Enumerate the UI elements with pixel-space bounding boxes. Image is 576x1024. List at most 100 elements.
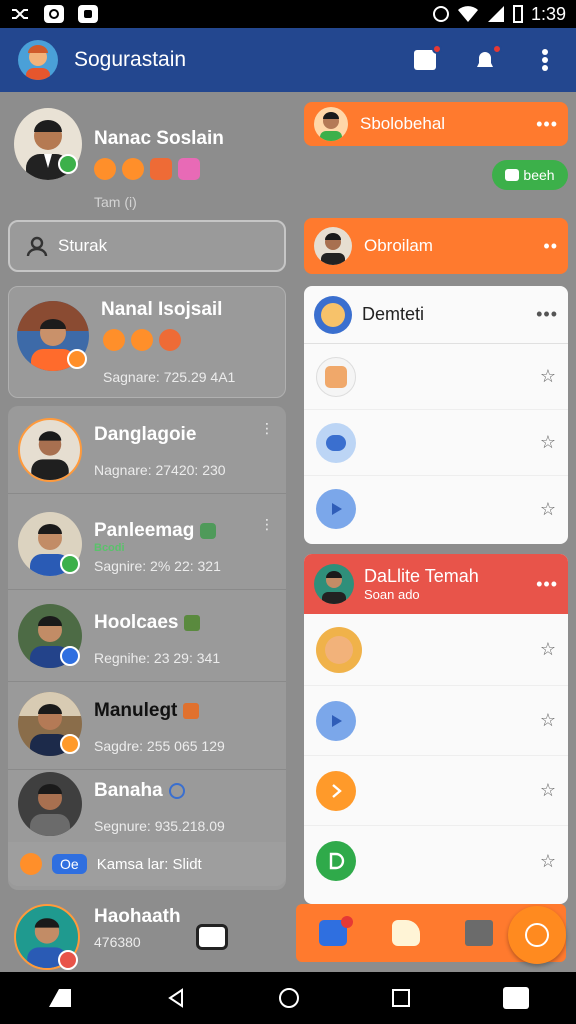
star-icon[interactable]: ☆ (540, 710, 556, 731)
app-title: Sogurastain (74, 48, 187, 71)
list-item[interactable]: ☆ (304, 686, 568, 756)
star-burst-emoji-icon (103, 329, 125, 351)
green-action-button[interactable]: beeh (492, 160, 568, 190)
contact-name-text: Panleemag (94, 520, 195, 541)
shuffle-icon (10, 5, 30, 23)
message-bubble-icon[interactable] (196, 924, 228, 950)
star-icon[interactable]: ☆ (540, 639, 556, 660)
contact-subtitle: Sagdre: 255 065 129 (94, 738, 225, 754)
list-panel-more-icon[interactable]: ••• (536, 304, 558, 325)
back-icon[interactable] (166, 987, 186, 1009)
edit-icon[interactable] (318, 916, 353, 946)
list-item[interactable]: ☆ (304, 410, 568, 476)
home-icon[interactable] (278, 988, 299, 1008)
star-icon[interactable]: ☆ (540, 780, 556, 801)
list-item[interactable]: Manulegt Sagdre: 255 065 129 (8, 682, 286, 770)
rocket-icon[interactable] (391, 920, 420, 946)
star-icon[interactable]: ☆ (540, 851, 556, 872)
group-panel-header[interactable]: DaLlite Temah Soan ado ••• (304, 554, 568, 614)
contact-name-text: Manulegt (94, 700, 178, 721)
contact-more-icon[interactable]: ⋮ (260, 516, 274, 533)
green-action-label: beeh (523, 167, 555, 183)
app-avatar[interactable] (18, 40, 58, 80)
play-icon (316, 489, 356, 529)
alarm-icon (432, 6, 449, 22)
star-icon[interactable]: ☆ (540, 366, 556, 387)
list-item[interactable]: Hoolcaes Regnihe: 23 29: 341 (8, 594, 286, 682)
bottom-contact-row[interactable]: Haohaath 476380 (0, 904, 296, 972)
forward-icon (316, 770, 356, 811)
bottom-subtitle: 476380 (94, 934, 141, 950)
signal-icon (487, 6, 504, 22)
d-letter-icon (316, 841, 356, 881)
more-vert-icon[interactable] (532, 47, 558, 73)
list-item[interactable]: Danglagoie Nagnare: 27420: 230 ⋮ (8, 406, 286, 494)
contact-subtitle: Nagnare: 27420: 230 (94, 462, 226, 478)
group-card-second[interactable]: Obroilam •• (304, 218, 568, 274)
chat-bubble-icon (316, 422, 356, 463)
left-column: Nanac Soslain Tam (i) Nanal Isojsail Sag… (0, 92, 296, 972)
timer-icon (525, 923, 549, 947)
gift-icon (183, 703, 200, 719)
group-avatar (314, 227, 352, 265)
list-item[interactable]: ☆ (304, 826, 568, 896)
featured-badge (67, 349, 87, 369)
list-item[interactable]: ☆ (304, 476, 568, 542)
profile-subtitle: Tam (i) (94, 194, 137, 210)
battery-icon (512, 5, 523, 23)
footer-text: Kamsa lar: Slidt (96, 855, 202, 873)
contact-avatar (18, 418, 82, 482)
contact-name: Banaha (94, 780, 185, 802)
bookmark-icon[interactable] (465, 920, 494, 946)
party-emoji-icon (131, 329, 153, 351)
list-item[interactable]: Banaha Segnure: 935.218.09 (8, 762, 286, 850)
group-card-more-icon[interactable]: ••• (536, 114, 558, 135)
list-item[interactable]: Panleemag Bcodi Sagnire: 2% 22: 321 ⋮ (8, 502, 286, 590)
group-panel-title: DaLlite Temah (364, 566, 479, 586)
group-card-top[interactable]: Sbolobehal ••• (304, 102, 568, 146)
group-panel-more-icon[interactable]: ••• (536, 574, 558, 595)
list-item[interactable]: ☆ (304, 756, 568, 826)
recents-icon[interactable] (392, 989, 411, 1007)
cast-icon[interactable] (47, 987, 73, 1009)
list-panel-header[interactable]: Demteti ••• (304, 286, 568, 344)
globe-icon (168, 783, 185, 799)
sticker-emoji-icon (178, 158, 200, 180)
avatar-sticker-icon (316, 626, 362, 673)
heart-eyes-emoji-icon (94, 158, 116, 180)
compose-fab[interactable] (508, 906, 566, 964)
compose-icon[interactable] (412, 44, 442, 73)
search-input[interactable] (58, 236, 258, 256)
profile-header[interactable]: Nanac Soslain Tam (i) (14, 108, 284, 210)
star-icon[interactable]: ☆ (540, 499, 556, 520)
panel-avatar (314, 295, 352, 334)
contact-footer-row[interactable]: Oe Kamsa lar: Slidt (8, 842, 286, 886)
contact-name: Manulegt (94, 700, 200, 722)
status-bar: 1:39 (0, 0, 576, 28)
featured-contact-card[interactable]: Nanal Isojsail Sagnare: 725.29 4A1 (8, 286, 286, 398)
group-card-title: Obroilam (364, 236, 433, 255)
right-column: Sbolobehal ••• beeh Obroilam •• Demteti … (296, 92, 576, 972)
search-bar[interactable] (8, 220, 286, 272)
sticker-avatar-icon (316, 356, 356, 397)
group-card-title: Sbolobehal (360, 114, 446, 133)
system-nav-bar (0, 972, 576, 1024)
screenshot-icon[interactable] (503, 987, 530, 1009)
contact-subtitle: Segnure: 935.218.09 (94, 818, 225, 834)
contact-avatar (18, 772, 82, 836)
group-avatar (314, 107, 348, 141)
star-icon[interactable]: ☆ (540, 432, 556, 453)
online-badge (58, 154, 78, 174)
smiley-icon (20, 853, 42, 875)
contact-name: Danglagoie (94, 424, 197, 445)
list-panel-title: Demteti (362, 304, 425, 324)
contact-more-icon[interactable]: ⋮ (260, 420, 274, 437)
footer-pill[interactable]: Oe (52, 854, 87, 874)
list-item[interactable]: ☆ (304, 614, 568, 686)
bottom-name: Haohaath (94, 906, 181, 927)
group-card-more-icon[interactable]: •• (543, 236, 558, 257)
play-icon (316, 700, 356, 741)
person-search-icon (26, 236, 48, 257)
notification-bell-icon[interactable] (472, 44, 502, 73)
list-item[interactable]: ☆ (304, 344, 568, 410)
